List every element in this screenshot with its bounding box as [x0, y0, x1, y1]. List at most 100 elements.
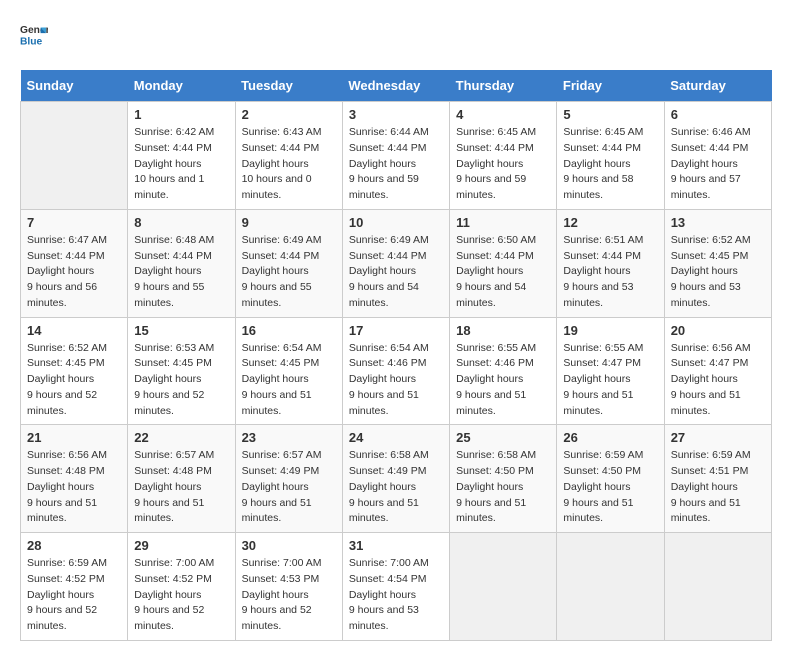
day-info: Sunrise: 6:55 AM Sunset: 4:47 PM Dayligh…	[563, 341, 657, 420]
day-number: 19	[563, 323, 657, 338]
day-number: 29	[134, 538, 228, 553]
day-number: 30	[242, 538, 336, 553]
calendar-cell: 9 Sunrise: 6:49 AM Sunset: 4:44 PM Dayli…	[235, 209, 342, 317]
day-info: Sunrise: 6:59 AM Sunset: 4:52 PM Dayligh…	[27, 556, 121, 635]
day-info: Sunrise: 6:42 AM Sunset: 4:44 PM Dayligh…	[134, 125, 228, 204]
day-header-wednesday: Wednesday	[342, 70, 449, 102]
day-info: Sunrise: 6:58 AM Sunset: 4:50 PM Dayligh…	[456, 448, 550, 527]
day-info: Sunrise: 6:49 AM Sunset: 4:44 PM Dayligh…	[349, 233, 443, 312]
day-info: Sunrise: 6:56 AM Sunset: 4:47 PM Dayligh…	[671, 341, 765, 420]
calendar-cell: 15 Sunrise: 6:53 AM Sunset: 4:45 PM Dayl…	[128, 317, 235, 425]
day-info: Sunrise: 7:00 AM Sunset: 4:53 PM Dayligh…	[242, 556, 336, 635]
day-info: Sunrise: 7:00 AM Sunset: 4:52 PM Dayligh…	[134, 556, 228, 635]
calendar-cell: 23 Sunrise: 6:57 AM Sunset: 4:49 PM Dayl…	[235, 425, 342, 533]
day-info: Sunrise: 6:54 AM Sunset: 4:46 PM Dayligh…	[349, 341, 443, 420]
day-info: Sunrise: 6:53 AM Sunset: 4:45 PM Dayligh…	[134, 341, 228, 420]
day-number: 14	[27, 323, 121, 338]
day-info: Sunrise: 6:51 AM Sunset: 4:44 PM Dayligh…	[563, 233, 657, 312]
day-number: 8	[134, 215, 228, 230]
calendar-cell: 14 Sunrise: 6:52 AM Sunset: 4:45 PM Dayl…	[21, 317, 128, 425]
calendar-cell: 24 Sunrise: 6:58 AM Sunset: 4:49 PM Dayl…	[342, 425, 449, 533]
day-number: 10	[349, 215, 443, 230]
calendar-cell: 20 Sunrise: 6:56 AM Sunset: 4:47 PM Dayl…	[664, 317, 771, 425]
day-number: 31	[349, 538, 443, 553]
calendar-table: SundayMondayTuesdayWednesdayThursdayFrid…	[20, 70, 772, 641]
svg-text:Blue: Blue	[20, 36, 43, 47]
day-info: Sunrise: 6:59 AM Sunset: 4:50 PM Dayligh…	[563, 448, 657, 527]
day-number: 21	[27, 430, 121, 445]
day-info: Sunrise: 7:00 AM Sunset: 4:54 PM Dayligh…	[349, 556, 443, 635]
calendar-cell: 30 Sunrise: 7:00 AM Sunset: 4:53 PM Dayl…	[235, 533, 342, 641]
day-number: 6	[671, 107, 765, 122]
logo-icon: General Blue	[20, 20, 48, 48]
day-info: Sunrise: 6:45 AM Sunset: 4:44 PM Dayligh…	[456, 125, 550, 204]
calendar-cell	[664, 533, 771, 641]
day-info: Sunrise: 6:59 AM Sunset: 4:51 PM Dayligh…	[671, 448, 765, 527]
day-number: 1	[134, 107, 228, 122]
day-info: Sunrise: 6:43 AM Sunset: 4:44 PM Dayligh…	[242, 125, 336, 204]
calendar-cell: 18 Sunrise: 6:55 AM Sunset: 4:46 PM Dayl…	[450, 317, 557, 425]
day-info: Sunrise: 6:46 AM Sunset: 4:44 PM Dayligh…	[671, 125, 765, 204]
day-number: 27	[671, 430, 765, 445]
calendar-cell: 5 Sunrise: 6:45 AM Sunset: 4:44 PM Dayli…	[557, 102, 664, 210]
calendar-cell: 21 Sunrise: 6:56 AM Sunset: 4:48 PM Dayl…	[21, 425, 128, 533]
day-number: 25	[456, 430, 550, 445]
day-number: 28	[27, 538, 121, 553]
day-number: 12	[563, 215, 657, 230]
calendar-cell: 22 Sunrise: 6:57 AM Sunset: 4:48 PM Dayl…	[128, 425, 235, 533]
calendar-cell: 4 Sunrise: 6:45 AM Sunset: 4:44 PM Dayli…	[450, 102, 557, 210]
day-info: Sunrise: 6:57 AM Sunset: 4:49 PM Dayligh…	[242, 448, 336, 527]
day-number: 2	[242, 107, 336, 122]
calendar-cell	[21, 102, 128, 210]
calendar-cell: 1 Sunrise: 6:42 AM Sunset: 4:44 PM Dayli…	[128, 102, 235, 210]
day-number: 23	[242, 430, 336, 445]
day-info: Sunrise: 6:52 AM Sunset: 4:45 PM Dayligh…	[671, 233, 765, 312]
day-number: 15	[134, 323, 228, 338]
day-info: Sunrise: 6:56 AM Sunset: 4:48 PM Dayligh…	[27, 448, 121, 527]
calendar-cell: 27 Sunrise: 6:59 AM Sunset: 4:51 PM Dayl…	[664, 425, 771, 533]
calendar-cell: 31 Sunrise: 7:00 AM Sunset: 4:54 PM Dayl…	[342, 533, 449, 641]
day-number: 26	[563, 430, 657, 445]
day-number: 3	[349, 107, 443, 122]
day-info: Sunrise: 6:54 AM Sunset: 4:45 PM Dayligh…	[242, 341, 336, 420]
day-number: 17	[349, 323, 443, 338]
calendar-cell: 3 Sunrise: 6:44 AM Sunset: 4:44 PM Dayli…	[342, 102, 449, 210]
day-info: Sunrise: 6:50 AM Sunset: 4:44 PM Dayligh…	[456, 233, 550, 312]
day-info: Sunrise: 6:58 AM Sunset: 4:49 PM Dayligh…	[349, 448, 443, 527]
day-info: Sunrise: 6:49 AM Sunset: 4:44 PM Dayligh…	[242, 233, 336, 312]
day-number: 16	[242, 323, 336, 338]
day-number: 11	[456, 215, 550, 230]
calendar-cell: 6 Sunrise: 6:46 AM Sunset: 4:44 PM Dayli…	[664, 102, 771, 210]
day-number: 18	[456, 323, 550, 338]
logo: General Blue	[20, 20, 52, 48]
day-number: 24	[349, 430, 443, 445]
day-info: Sunrise: 6:44 AM Sunset: 4:44 PM Dayligh…	[349, 125, 443, 204]
day-header-tuesday: Tuesday	[235, 70, 342, 102]
calendar-cell: 8 Sunrise: 6:48 AM Sunset: 4:44 PM Dayli…	[128, 209, 235, 317]
day-number: 13	[671, 215, 765, 230]
calendar-cell: 11 Sunrise: 6:50 AM Sunset: 4:44 PM Dayl…	[450, 209, 557, 317]
day-header-saturday: Saturday	[664, 70, 771, 102]
calendar-cell: 12 Sunrise: 6:51 AM Sunset: 4:44 PM Dayl…	[557, 209, 664, 317]
day-number: 22	[134, 430, 228, 445]
day-info: Sunrise: 6:52 AM Sunset: 4:45 PM Dayligh…	[27, 341, 121, 420]
day-number: 9	[242, 215, 336, 230]
day-info: Sunrise: 6:55 AM Sunset: 4:46 PM Dayligh…	[456, 341, 550, 420]
calendar-cell: 26 Sunrise: 6:59 AM Sunset: 4:50 PM Dayl…	[557, 425, 664, 533]
day-number: 20	[671, 323, 765, 338]
day-header-monday: Monday	[128, 70, 235, 102]
calendar-cell: 29 Sunrise: 7:00 AM Sunset: 4:52 PM Dayl…	[128, 533, 235, 641]
calendar-cell: 2 Sunrise: 6:43 AM Sunset: 4:44 PM Dayli…	[235, 102, 342, 210]
day-info: Sunrise: 6:57 AM Sunset: 4:48 PM Dayligh…	[134, 448, 228, 527]
day-number: 5	[563, 107, 657, 122]
day-number: 7	[27, 215, 121, 230]
calendar-cell: 25 Sunrise: 6:58 AM Sunset: 4:50 PM Dayl…	[450, 425, 557, 533]
calendar-cell: 16 Sunrise: 6:54 AM Sunset: 4:45 PM Dayl…	[235, 317, 342, 425]
calendar-cell	[450, 533, 557, 641]
calendar-cell: 7 Sunrise: 6:47 AM Sunset: 4:44 PM Dayli…	[21, 209, 128, 317]
calendar-cell: 10 Sunrise: 6:49 AM Sunset: 4:44 PM Dayl…	[342, 209, 449, 317]
calendar-cell: 19 Sunrise: 6:55 AM Sunset: 4:47 PM Dayl…	[557, 317, 664, 425]
calendar-cell: 28 Sunrise: 6:59 AM Sunset: 4:52 PM Dayl…	[21, 533, 128, 641]
day-info: Sunrise: 6:48 AM Sunset: 4:44 PM Dayligh…	[134, 233, 228, 312]
day-number: 4	[456, 107, 550, 122]
